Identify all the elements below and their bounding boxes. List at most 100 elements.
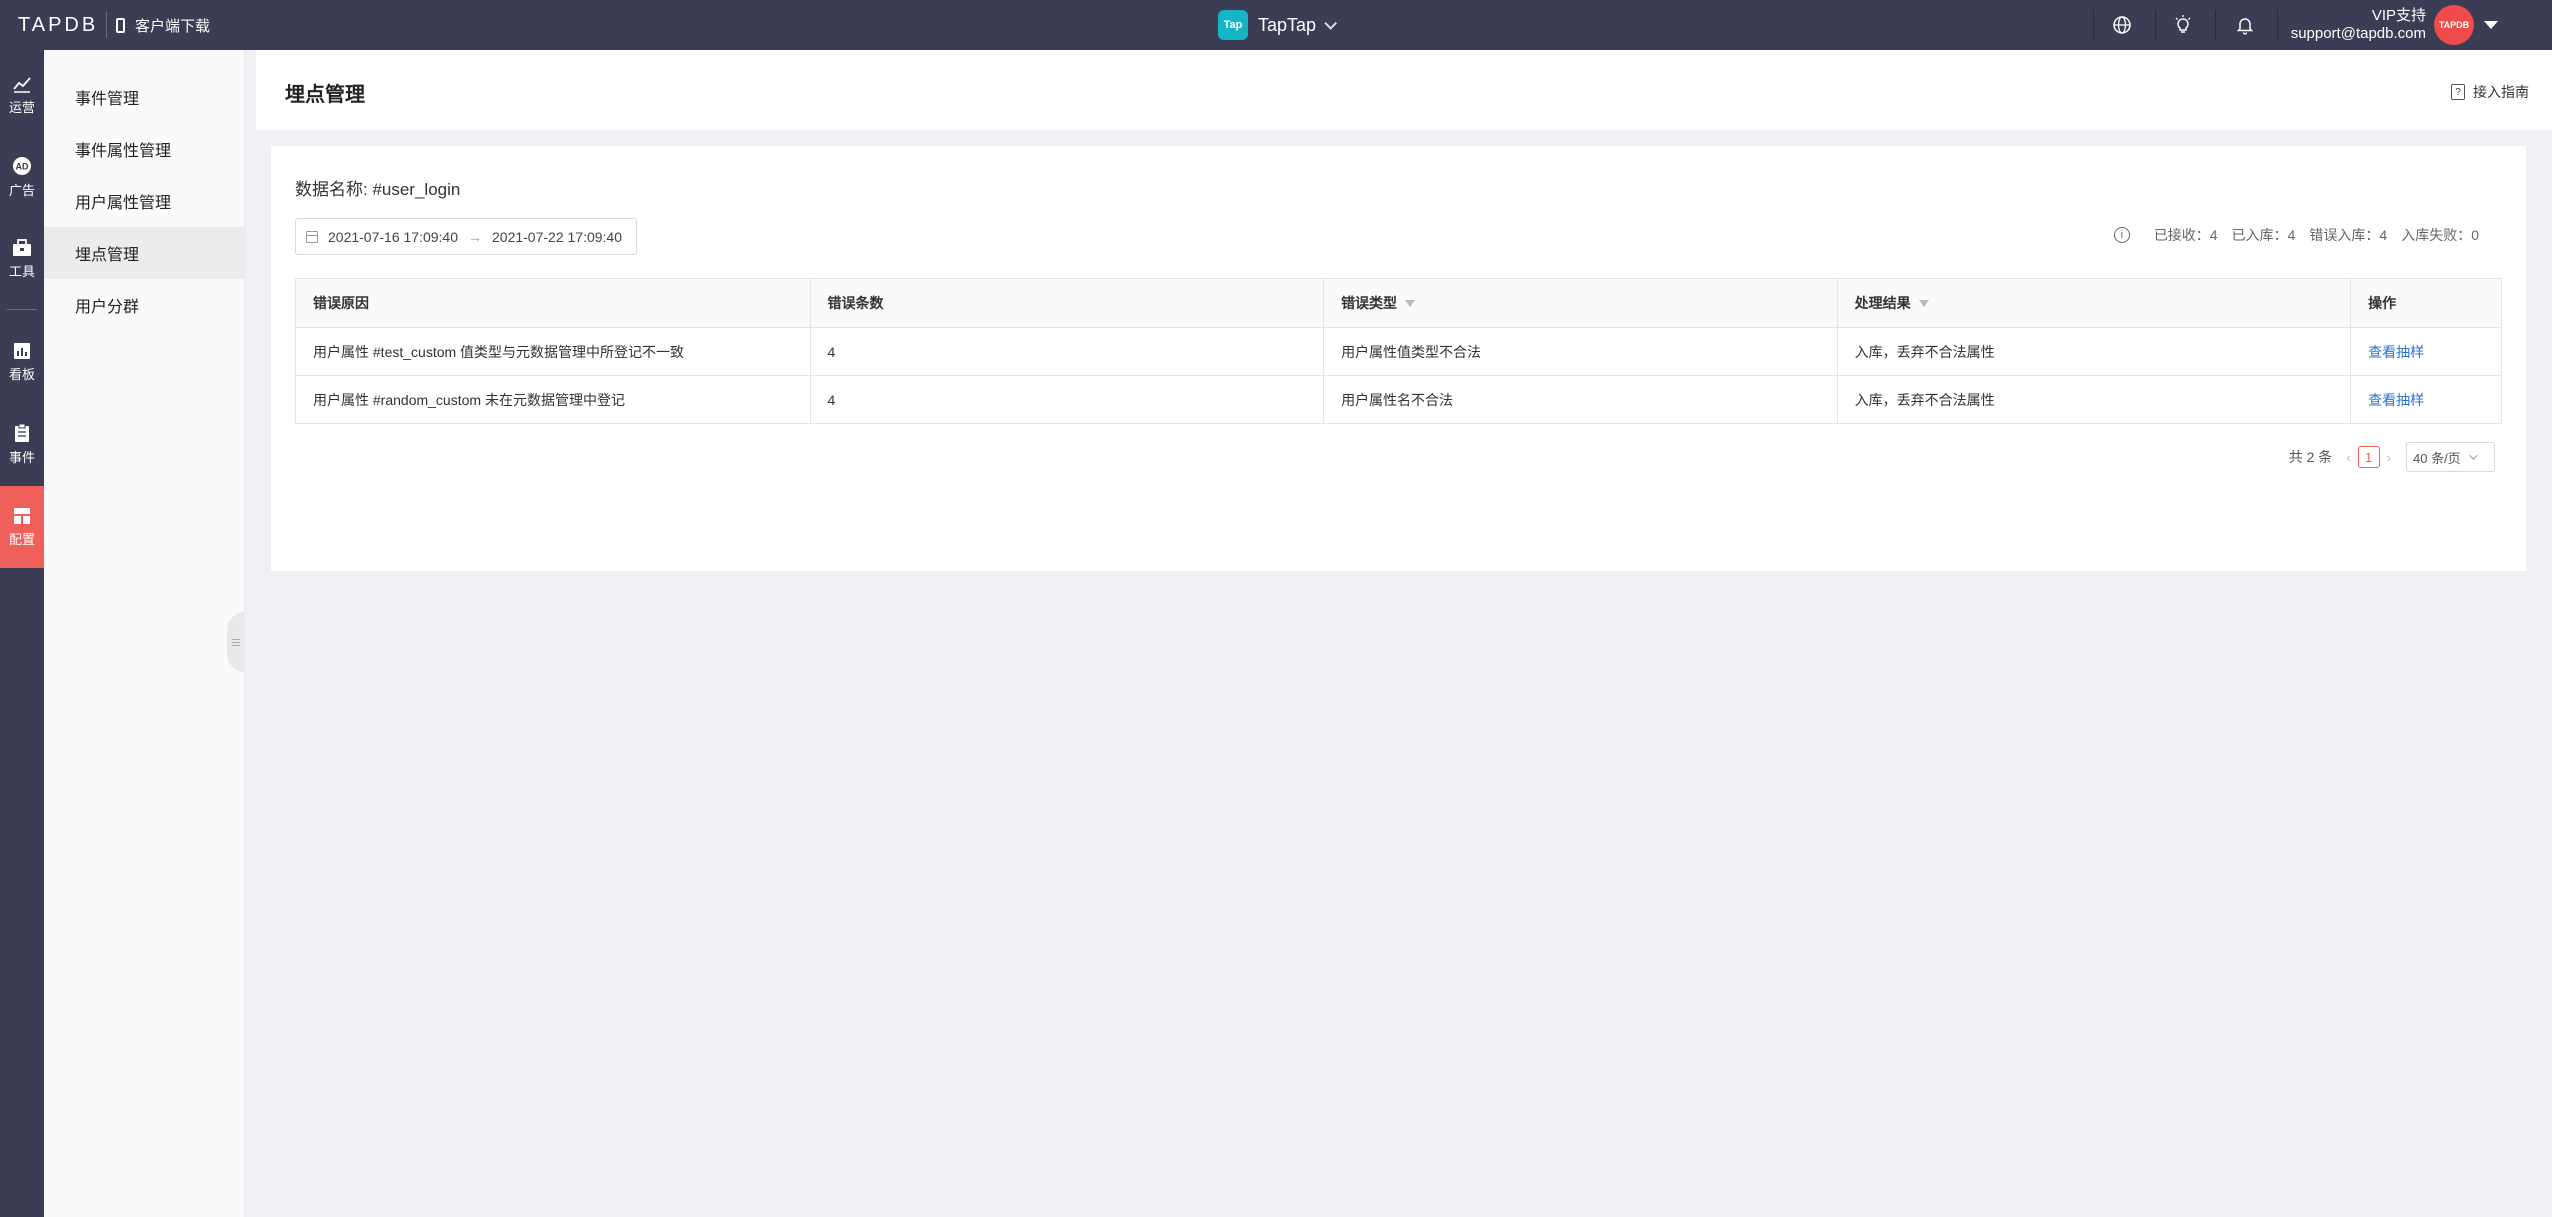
rail-item-tools[interactable]: 工具	[0, 218, 44, 300]
taptap-app-icon: Tap	[1218, 10, 1248, 40]
client-download-label: 客户端下载	[135, 18, 211, 35]
table-row: 用户属性 #random_custom 未在元数据管理中登记 4 用户属性名不合…	[296, 375, 2501, 423]
rail-label: 工具	[8, 263, 35, 279]
divider	[2277, 10, 2278, 40]
stat-received: 已接收：4	[2153, 227, 2218, 243]
chart-up-icon	[13, 76, 31, 93]
avatar[interactable]: TAPDB	[2434, 5, 2474, 45]
divider	[106, 12, 107, 38]
view-sample-link[interactable]: 查看抽样	[2368, 390, 2424, 410]
column-header-handling-result: 处理结果	[1836, 279, 2351, 327]
cell-error-count: 4	[809, 328, 1324, 375]
divider	[2155, 10, 2156, 40]
cell-error-type: 用户属性名不合法	[1323, 376, 1837, 423]
cell-error-type: 用户属性值类型不合法	[1323, 328, 1837, 375]
calendar-icon	[306, 230, 318, 243]
pagination: 共 2 条 ‹ 1 › 40 条/页	[2289, 442, 2495, 472]
vip-support[interactable]: VIP支持 support@tapdb.com	[2291, 7, 2426, 43]
content-panel: 数据名称: #user_login 2021-07-16 17:09:40 → …	[271, 146, 2526, 571]
stat-stored: 已入库：4	[2231, 227, 2296, 243]
arrow-right-icon: →	[468, 228, 482, 245]
rail-label: 广告	[8, 182, 35, 198]
error-table: 错误原因 错误条数 错误类型 处理结果 操作 用户属性 #test_custom…	[295, 278, 2502, 424]
table-header-row: 错误原因 错误条数 错误类型 处理结果 操作	[296, 279, 2501, 327]
lightbulb-icon[interactable]	[2171, 13, 2195, 37]
info-icon[interactable]: i	[2113, 227, 2130, 243]
rail-label: 事件	[8, 449, 35, 465]
cell-actions: 查看抽样	[2350, 328, 2501, 375]
divider	[7, 309, 37, 310]
page-title: 埋点管理	[285, 84, 365, 106]
column-header-label: 错误类型	[1341, 295, 1398, 311]
divider	[2093, 10, 2094, 40]
rail-item-config[interactable]: 配置	[0, 486, 44, 568]
stat-error-stored: 错误入库：4	[2309, 227, 2388, 243]
page-size-select[interactable]: 40 条/页	[2406, 442, 2495, 472]
cell-error-reason: 用户属性 #test_custom 值类型与元数据管理中所登记不一致	[313, 343, 685, 360]
page-number-current[interactable]: 1	[2357, 446, 2380, 468]
stat-failed: 入库失败：0	[2401, 227, 2479, 243]
total-count: 共 2 条	[2288, 449, 2333, 465]
question-doc-icon: ?	[2451, 84, 2465, 100]
app-switcher[interactable]: Tap TapTap	[1218, 10, 1338, 40]
cell-actions: 查看抽样	[2350, 376, 2501, 423]
next-page-icon[interactable]: ›	[2387, 450, 2391, 465]
ad-icon: AD	[13, 156, 31, 175]
svg-text:AD: AD	[16, 161, 29, 171]
submenu-item-user-segments[interactable]: 用户分群	[44, 279, 244, 331]
ingest-stats: i 已接收：4 已入库：4 错误入库：4 入库失败：0	[2113, 225, 2479, 245]
app-name: TapTap	[1258, 14, 1317, 35]
cell-handling-result: 入库，丢弃不合法属性	[1836, 376, 2351, 423]
globe-icon[interactable]	[2110, 13, 2134, 37]
column-header-error-reason: 错误原因	[313, 295, 369, 311]
cell-error-count: 4	[809, 376, 1324, 423]
cell-handling-result: 入库，丢弃不合法属性	[1836, 328, 2351, 375]
config-icon	[14, 507, 30, 524]
icon-rail: 运营 AD 广告 工具 看板 事件 配置	[0, 50, 44, 1217]
chevron-down-icon	[2468, 451, 2478, 460]
sidebar-collapse-handle[interactable]	[227, 612, 245, 672]
view-sample-link[interactable]: 查看抽样	[2368, 342, 2424, 362]
filter-icon[interactable]	[1918, 299, 1929, 307]
rail-label: 看板	[8, 366, 35, 382]
submenu-item-tracking-management[interactable]: 埋点管理	[44, 227, 244, 279]
caret-down-icon[interactable]	[2484, 21, 2498, 29]
sub-menu: 事件管理 事件属性管理 用户属性管理 埋点管理 用户分群	[44, 50, 245, 1217]
page-size-value: 40 条/页	[2413, 450, 2461, 466]
submenu-item-event-management[interactable]: 事件管理	[44, 71, 244, 123]
page-header: 埋点管理 ? 接入指南	[256, 50, 2552, 130]
rail-label: 运营	[8, 99, 35, 115]
client-download-link[interactable]: 客户端下载	[116, 15, 210, 36]
rail-item-dashboard[interactable]: 看板	[0, 321, 44, 403]
bell-icon[interactable]	[2233, 13, 2257, 37]
rail-label: 配置	[8, 531, 35, 547]
submenu-item-user-property-management[interactable]: 用户属性管理	[44, 175, 244, 227]
user-email: support@tapdb.com	[2290, 25, 2426, 42]
filter-icon[interactable]	[1405, 299, 1416, 307]
phone-icon	[116, 18, 125, 33]
cell-error-reason: 用户属性 #random_custom 未在元数据管理中登记	[313, 391, 625, 408]
table-row: 用户属性 #test_custom 值类型与元数据管理中所登记不一致 4 用户属…	[296, 327, 2501, 375]
integration-guide-link[interactable]: ? 接入指南	[2451, 82, 2529, 102]
submenu-item-event-property-management[interactable]: 事件属性管理	[44, 123, 244, 175]
column-header-label: 处理结果	[1854, 295, 1911, 311]
chevron-down-icon	[1324, 16, 1338, 30]
rail-item-ads[interactable]: AD 广告	[0, 136, 44, 218]
rail-item-operations[interactable]: 运营	[0, 54, 44, 136]
date-start: 2021-07-16 17:09:40	[328, 228, 458, 245]
dashboard-icon	[14, 342, 30, 359]
column-header-error-type: 错误类型	[1323, 279, 1837, 327]
clipboard-icon	[15, 423, 29, 442]
date-end: 2021-07-22 17:09:40	[492, 228, 622, 245]
top-bar: TAPDB 客户端下载 Tap TapTap VIP支持 support@tap…	[0, 0, 2552, 50]
date-range-picker[interactable]: 2021-07-16 17:09:40 → 2021-07-22 17:09:4…	[295, 218, 637, 255]
divider	[2215, 10, 2216, 40]
vip-label: VIP支持	[2371, 7, 2426, 24]
prev-page-icon[interactable]: ‹	[2346, 450, 2350, 465]
data-name-label: 数据名称: #user_login	[295, 180, 461, 199]
tapdb-logo[interactable]: TAPDB	[18, 14, 98, 37]
toolbox-icon	[13, 238, 31, 256]
column-header-error-count: 错误条数	[809, 279, 1324, 327]
guide-label: 接入指南	[2473, 84, 2529, 100]
rail-item-events[interactable]: 事件	[0, 403, 44, 485]
